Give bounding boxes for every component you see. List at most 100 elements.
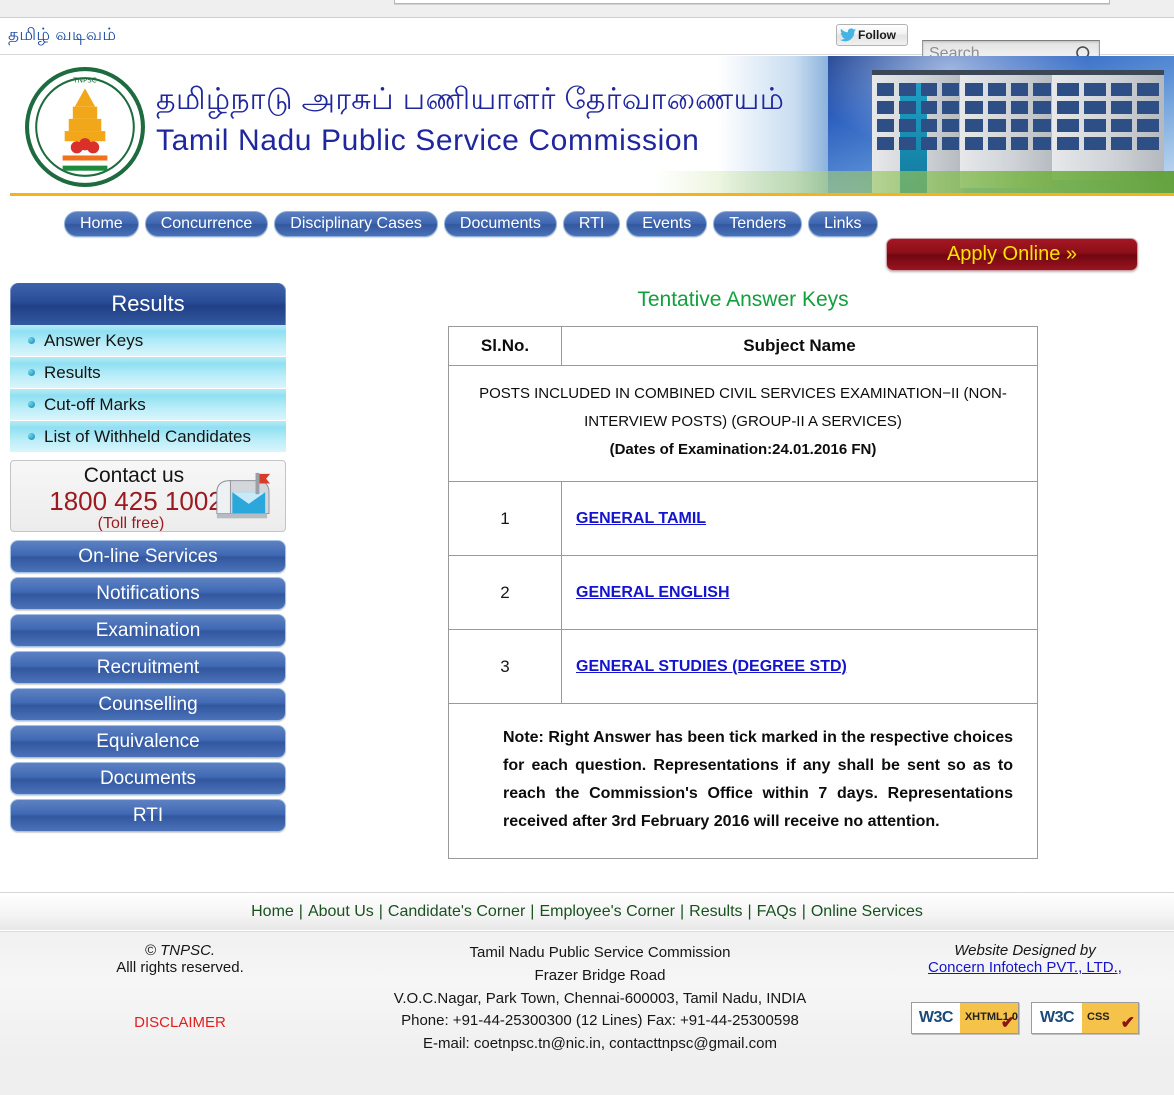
rights-reserved-text: Alll rights reserved.	[116, 959, 244, 976]
main-navigation: Home Concurrence Disciplinary Cases Docu…	[10, 209, 1174, 239]
footer-separator: |	[680, 902, 685, 920]
row-subject: GENERAL STUDIES (DEGREE STD)	[561, 629, 1038, 705]
svg-text:TNPSC: TNPSC	[72, 75, 96, 84]
footer-link-results[interactable]: Results	[689, 903, 742, 921]
twitter-follow-button[interactable]: Follow	[836, 24, 908, 46]
checkmark-icon: ✔	[1120, 1013, 1135, 1033]
footer-link-employees-corner[interactable]: Employee's Corner	[539, 903, 675, 921]
footer-separator: |	[747, 902, 752, 920]
banner-titles: தமிழ்நாடு அரசுப் பணியாளர் தேர்வாணையம் Ta…	[156, 80, 784, 161]
bullet-icon	[28, 401, 35, 408]
bullet-icon	[28, 337, 35, 344]
sidebar-item-answer-keys[interactable]: Answer Keys	[10, 325, 286, 357]
subject-link-general-english[interactable]: GENERAL ENGLISH	[576, 584, 730, 601]
sidebar-button-online-services[interactable]: On-line Services	[10, 540, 286, 573]
table-row: 1 GENERAL TAMIL	[448, 481, 1038, 557]
disclaimer-link[interactable]: DISCLAIMER	[40, 1014, 320, 1031]
site-banner: TNPSC தமிழ்நாடு அரசுப் பணியாளர் தேர்வாணை…	[10, 56, 1174, 196]
sidebar-panel-title: Results	[10, 283, 286, 325]
sidebar-item-label: Cut-off Marks	[44, 394, 146, 414]
column-header-subject-name: Subject Name	[561, 326, 1038, 366]
w3c-xhtml-badge[interactable]: W3C XHTML 1.0 ✔	[911, 1002, 1019, 1034]
sidebar-button-list: On-line Services Notifications Examinati…	[10, 540, 286, 832]
row-subject: GENERAL TAMIL	[561, 481, 1038, 557]
footer-separator: |	[801, 902, 806, 920]
sidebar-button-counselling[interactable]: Counselling	[10, 688, 286, 721]
footer-separator: |	[530, 902, 535, 920]
footer-link-home[interactable]: Home	[251, 903, 294, 921]
sidebar-item-cut-off-marks[interactable]: Cut-off Marks	[10, 389, 286, 421]
apply-online-button[interactable]: Apply Online »	[886, 238, 1138, 271]
bullet-icon	[28, 433, 35, 440]
page-title: Tentative Answer Keys	[637, 288, 849, 311]
table-row: 2 GENERAL ENGLISH	[448, 555, 1038, 631]
exam-heading-row: POSTS INCLUDED IN COMBINED CIVIL SERVICE…	[448, 364, 1038, 483]
sidebar-button-recruitment[interactable]: Recruitment	[10, 651, 286, 684]
exam-heading-cell: POSTS INCLUDED IN COMBINED CIVIL SERVICE…	[448, 364, 1038, 483]
bullet-icon	[28, 369, 35, 376]
nav-item-rti[interactable]: RTI	[562, 211, 621, 237]
footer-right-column: Website Designed by Concern Infotech PVT…	[900, 942, 1150, 1034]
banner-grass	[654, 171, 1174, 193]
sidebar-button-rti[interactable]: RTI	[10, 799, 286, 832]
nav-item-events[interactable]: Events	[626, 211, 708, 237]
sidebar: Results Answer Keys Results Cut-off Mark…	[10, 283, 286, 832]
address-line-4: Phone: +91-44-25300300 (12 Lines) Fax: +…	[401, 1012, 799, 1030]
footer-link-online-services[interactable]: Online Services	[811, 903, 923, 921]
address-line-2: Frazer Bridge Road	[534, 966, 666, 984]
footer-separator: |	[378, 902, 383, 920]
mailbox-icon	[216, 472, 270, 519]
exam-heading-line-2: INTERVIEW POSTS) (GROUP-II A SERVICES)	[584, 412, 902, 430]
sidebar-item-label: List of Withheld Candidates	[44, 426, 251, 446]
sidebar-button-notifications[interactable]: Notifications	[10, 577, 286, 610]
sidebar-button-equivalence[interactable]: Equivalence	[10, 725, 286, 758]
utility-bar: தமிழ் வடிவம் Follow	[0, 19, 1174, 68]
bottom-filler	[0, 1061, 1174, 1095]
sidebar-item-label: Results	[44, 362, 101, 382]
nav-item-disciplinary-cases[interactable]: Disciplinary Cases	[274, 211, 438, 237]
footer-link-about-us[interactable]: About Us	[308, 903, 374, 921]
nav-item-links[interactable]: Links	[808, 211, 878, 237]
banner-windows	[1057, 83, 1159, 180]
w3c-logo-css: W3C	[1032, 1003, 1082, 1033]
footer-link-candidates-corner[interactable]: Candidate's Corner	[388, 903, 525, 921]
sidebar-button-documents[interactable]: Documents	[10, 762, 286, 795]
nav-item-tenders[interactable]: Tenders	[713, 211, 803, 237]
row-sl-no: 1	[448, 481, 562, 557]
row-sl-no: 2	[448, 555, 562, 631]
designed-by-label: Website Designed by	[954, 942, 1096, 959]
table-header-row: Sl.No. Subject Name	[448, 326, 1038, 366]
sidebar-button-examination[interactable]: Examination	[10, 614, 286, 647]
sidebar-item-withheld-candidates[interactable]: List of Withheld Candidates	[10, 421, 286, 453]
nav-item-concurrence[interactable]: Concurrence	[144, 211, 269, 237]
footer-left-column: © TNPSC. Alll rights reserved. DISCLAIME…	[40, 942, 320, 1031]
nav-item-home[interactable]: Home	[64, 211, 139, 237]
banner-title-english: Tamil Nadu Public Service Commission	[156, 123, 700, 157]
footer-link-faqs[interactable]: FAQs	[757, 903, 797, 921]
column-header-sl-no: Sl.No.	[448, 326, 562, 366]
row-subject: GENERAL ENGLISH	[561, 555, 1038, 631]
nav-item-documents[interactable]: Documents	[443, 211, 557, 237]
copyright-text: © TNPSC.	[144, 942, 216, 959]
w3c-css-badge[interactable]: W3C CSS ✔	[1031, 1002, 1139, 1034]
answer-key-note: Note: Right Answer has been tick marked …	[448, 703, 1038, 860]
page-root: தமிழ் வடிவம் Follow Search TNPSC தமிழ்நா…	[0, 0, 1174, 1095]
exam-heading-line-1: POSTS INCLUDED IN COMBINED CIVIL SERVICE…	[479, 385, 1007, 402]
footer-address-column: Tamil Nadu Public Service Commission Fra…	[340, 942, 860, 1056]
checkmark-icon: ✔	[1000, 1013, 1015, 1033]
subject-link-general-studies[interactable]: GENERAL STUDIES (DEGREE STD)	[576, 658, 847, 675]
w3c-logo-xhtml: W3C	[912, 1003, 960, 1033]
twitter-bird-icon	[840, 28, 856, 42]
footer-separator: |	[298, 902, 303, 920]
address-line-1: Tamil Nadu Public Service Commission	[469, 944, 731, 961]
main-content: Tentative Answer Keys Sl.No. Subject Nam…	[448, 288, 1038, 860]
footer-body: © TNPSC. Alll rights reserved. DISCLAIME…	[0, 931, 1174, 1061]
sidebar-item-results[interactable]: Results	[10, 357, 286, 389]
address-line-3: V.O.C.Nagar, Park Town, Chennai-600003, …	[393, 989, 807, 1007]
table-row: 3 GENERAL STUDIES (DEGREE STD)	[448, 629, 1038, 705]
badge-xhtml-line1: XHTML	[964, 1011, 1003, 1024]
tamil-version-link[interactable]: தமிழ் வடிவம்	[8, 25, 116, 47]
banner-building-right	[1052, 70, 1164, 180]
subject-link-general-tamil[interactable]: GENERAL TAMIL	[576, 510, 706, 527]
designer-link[interactable]: Concern Infotech PVT., LTD.,	[900, 959, 1150, 976]
